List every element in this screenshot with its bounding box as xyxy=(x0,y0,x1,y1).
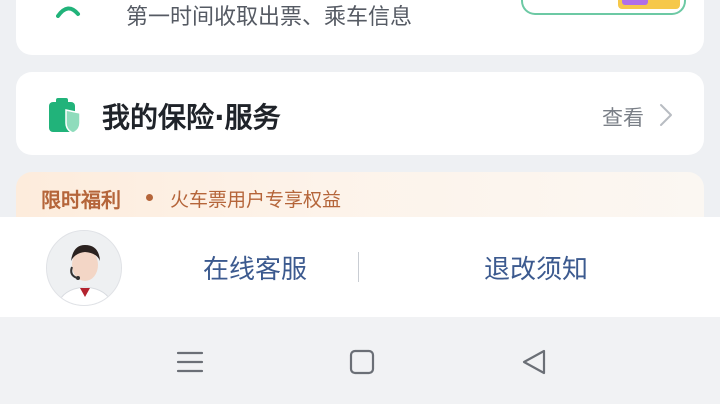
separator-dot xyxy=(146,194,153,201)
view-link[interactable]: 查看 xyxy=(602,102,644,132)
refund-change-notice-button[interactable]: 退改须知 xyxy=(484,249,588,286)
system-navigation-bar xyxy=(0,317,720,404)
promo-label: 限时福利 xyxy=(41,188,121,212)
back-button[interactable] xyxy=(519,347,549,377)
menu-icon xyxy=(176,351,204,373)
divider xyxy=(358,252,359,282)
agent-portrait-icon xyxy=(47,231,121,305)
notification-card: 第一时间收取出票、乘车信息 xyxy=(16,0,704,55)
service-bar: 在线客服 退改须知 xyxy=(0,217,720,317)
insurance-shield-icon xyxy=(49,98,81,134)
insurance-title: 我的保险·服务 xyxy=(102,101,281,134)
subscribe-button[interactable] xyxy=(521,0,686,15)
online-customer-service-button[interactable]: 在线客服 xyxy=(203,249,307,286)
gift-badge-accent xyxy=(622,0,648,5)
chevron-right-icon xyxy=(660,104,672,126)
back-triangle-icon xyxy=(522,349,546,375)
notification-subtitle: 第一时间收取出票、乘车信息 xyxy=(126,5,413,30)
promo-text: 火车票用户专享权益 xyxy=(170,189,342,211)
home-square-icon xyxy=(349,349,375,375)
home-button[interactable] xyxy=(347,347,377,377)
insurance-service-card[interactable]: 我的保险·服务 查看 xyxy=(16,72,704,155)
leaf-icon xyxy=(56,6,80,18)
menu-button[interactable] xyxy=(175,347,205,377)
customer-service-avatar[interactable] xyxy=(46,230,122,306)
